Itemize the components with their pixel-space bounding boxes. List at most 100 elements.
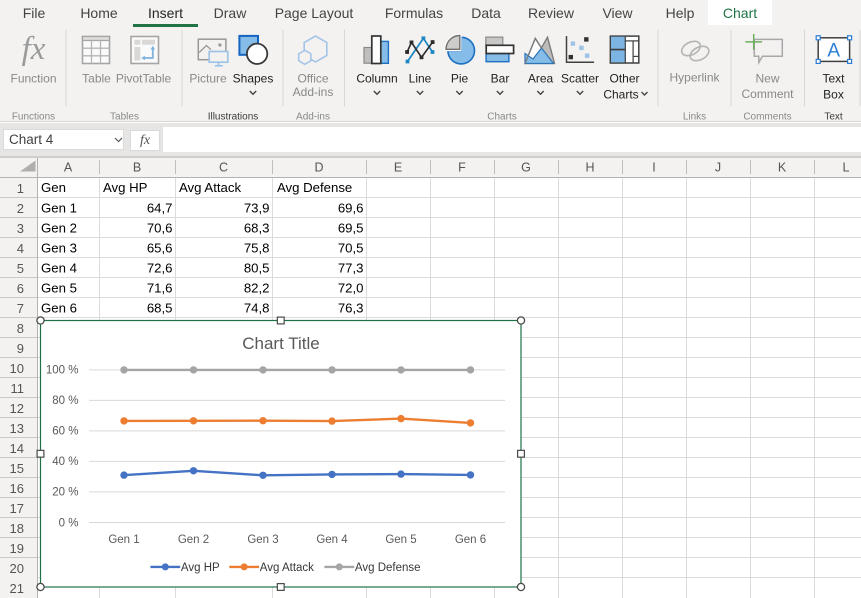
svg-text:Illustrations: Illustrations	[208, 112, 259, 122]
svg-text:20: 20	[10, 561, 24, 576]
svg-text:fx: fx	[22, 31, 46, 67]
svg-text:Avg HP: Avg HP	[103, 180, 148, 195]
svg-text:Gen 6: Gen 6	[455, 534, 486, 546]
svg-text:J: J	[715, 161, 721, 175]
svg-text:73,9: 73,9	[244, 201, 270, 216]
svg-text:Gen 1: Gen 1	[41, 201, 77, 216]
svg-text:Box: Box	[823, 88, 844, 102]
svg-text:80,5: 80,5	[244, 261, 270, 276]
svg-text:Links: Links	[683, 112, 706, 122]
svg-text:100 %: 100 %	[46, 365, 79, 377]
svg-text:Charts: Charts	[603, 88, 638, 102]
svg-text:77,3: 77,3	[338, 261, 364, 276]
svg-text:Other: Other	[609, 72, 639, 86]
svg-text:Gen 3: Gen 3	[41, 241, 77, 256]
svg-text:Add-ins: Add-ins	[293, 85, 334, 99]
svg-text:69,5: 69,5	[338, 221, 364, 236]
svg-text:16: 16	[10, 481, 24, 496]
svg-text:Avg HP: Avg HP	[181, 562, 220, 574]
svg-text:Column: Column	[356, 72, 397, 86]
svg-text:Comment: Comment	[741, 87, 794, 101]
svg-text:Gen 3: Gen 3	[247, 534, 278, 546]
svg-text:Gen 2: Gen 2	[178, 534, 209, 546]
svg-text:G: G	[521, 161, 531, 175]
svg-text:82,2: 82,2	[244, 281, 270, 296]
svg-text:E: E	[394, 161, 402, 175]
svg-text:21: 21	[10, 581, 24, 596]
svg-text:Scatter: Scatter	[561, 72, 599, 86]
svg-text:K: K	[778, 161, 787, 175]
svg-text:60 %: 60 %	[52, 426, 78, 438]
svg-text:Charts: Charts	[487, 112, 516, 122]
svg-text:C: C	[219, 161, 228, 175]
svg-text:I: I	[652, 161, 655, 175]
svg-text:65,6: 65,6	[147, 241, 173, 256]
svg-text:7: 7	[17, 301, 24, 316]
svg-text:Add-ins: Add-ins	[296, 112, 330, 122]
svg-text:Function: Function	[10, 72, 56, 86]
svg-text:72,0: 72,0	[338, 281, 364, 296]
svg-text:Pie: Pie	[451, 72, 469, 86]
svg-text:11: 11	[11, 381, 25, 396]
svg-text:Office: Office	[297, 72, 328, 86]
svg-text:80 %: 80 %	[52, 395, 78, 407]
svg-text:Area: Area	[528, 72, 554, 86]
svg-text:Avg Attack: Avg Attack	[260, 562, 314, 574]
svg-text:Gen 4: Gen 4	[316, 534, 348, 546]
svg-text:18: 18	[10, 521, 24, 536]
svg-text:40 %: 40 %	[52, 456, 78, 468]
svg-text:3: 3	[17, 221, 24, 236]
svg-text:Line: Line	[409, 72, 432, 86]
svg-text:New: New	[755, 72, 779, 86]
svg-text:75,8: 75,8	[244, 241, 270, 256]
svg-text:12: 12	[10, 401, 24, 416]
svg-text:Text: Text	[824, 112, 843, 122]
svg-text:Bar: Bar	[491, 72, 510, 86]
svg-text:13: 13	[10, 421, 24, 436]
svg-text:B: B	[133, 161, 141, 175]
svg-text:Chart Title: Chart Title	[242, 334, 319, 353]
svg-text:69,6: 69,6	[338, 201, 364, 216]
svg-text:0 %: 0 %	[59, 517, 79, 529]
svg-text:Avg Attack: Avg Attack	[179, 180, 241, 195]
svg-text:A: A	[64, 161, 73, 175]
svg-text:Avg Defense: Avg Defense	[277, 180, 352, 195]
svg-text:Gen 2: Gen 2	[41, 221, 77, 236]
svg-text:Gen: Gen	[41, 180, 66, 195]
svg-text:70,6: 70,6	[147, 221, 173, 236]
svg-text:H: H	[585, 161, 594, 175]
svg-text:5: 5	[17, 261, 24, 276]
svg-text:6: 6	[17, 281, 24, 296]
svg-text:1: 1	[17, 181, 24, 196]
svg-text:20 %: 20 %	[52, 487, 78, 499]
svg-text:Gen 5: Gen 5	[385, 534, 416, 546]
svg-text:4: 4	[17, 241, 24, 256]
svg-text:68,3: 68,3	[244, 221, 270, 236]
svg-text:PivotTable: PivotTable	[116, 72, 172, 86]
svg-text:64,7: 64,7	[147, 201, 173, 216]
svg-text:19: 19	[10, 541, 24, 556]
svg-text:Shapes: Shapes	[233, 72, 274, 86]
svg-text:Text: Text	[822, 72, 845, 86]
svg-text:Gen 4: Gen 4	[41, 261, 77, 276]
svg-text:A: A	[827, 41, 840, 62]
svg-text:Comments: Comments	[743, 112, 791, 122]
svg-text:70,5: 70,5	[338, 241, 364, 256]
svg-text:Hyperlink: Hyperlink	[669, 71, 720, 85]
svg-text:71,6: 71,6	[147, 281, 173, 296]
svg-text:9: 9	[17, 341, 24, 356]
svg-text:Gen 5: Gen 5	[41, 281, 77, 296]
svg-text:2: 2	[17, 201, 24, 216]
svg-text:Picture: Picture	[189, 72, 227, 86]
svg-text:Tables: Tables	[110, 112, 139, 122]
svg-text:8: 8	[17, 321, 24, 336]
svg-text:F: F	[458, 161, 466, 175]
svg-text:17: 17	[10, 501, 24, 516]
svg-text:15: 15	[10, 461, 24, 476]
svg-text:Table: Table	[82, 72, 111, 86]
svg-text:Functions: Functions	[12, 112, 55, 122]
svg-text:72,6: 72,6	[147, 261, 173, 276]
svg-text:14: 14	[10, 441, 24, 456]
svg-text:D: D	[314, 161, 323, 175]
svg-text:Gen 1: Gen 1	[108, 534, 139, 546]
